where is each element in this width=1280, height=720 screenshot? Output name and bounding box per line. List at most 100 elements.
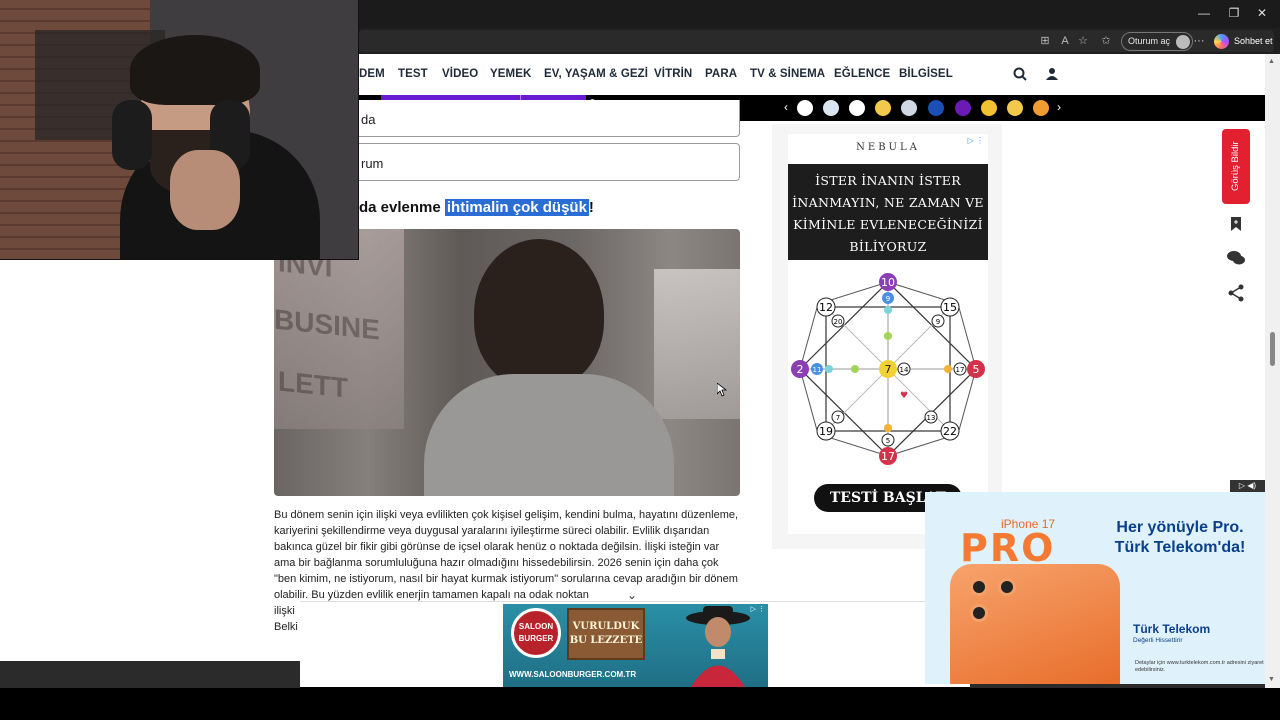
close-icon[interactable]: ✕	[1250, 6, 1274, 20]
partner-logo[interactable]	[823, 100, 839, 116]
body-line: ilişki	[274, 605, 295, 617]
chart-number: 5	[973, 363, 980, 376]
chevron-down-icon[interactable]: ⌄	[627, 588, 637, 602]
scroll-down-icon[interactable]: ▼	[1268, 676, 1275, 683]
chart-number: 7	[885, 363, 892, 376]
copilot-button[interactable]: Sohbet et	[1214, 32, 1273, 51]
favorites-icon[interactable]: ✩	[1098, 33, 1114, 49]
sign-text: BUSINE	[274, 303, 380, 346]
app-icon[interactable]: ⊞	[1037, 33, 1053, 49]
more-icon[interactable]: ···	[1191, 33, 1207, 49]
saloon-burger-ad[interactable]: ▷ ⋮ SALOON BURGER VURULDUK BU LEZZETE WW…	[503, 604, 768, 687]
chart-number: 20	[834, 318, 843, 326]
chart-number: 9	[886, 295, 890, 303]
share-icon[interactable]	[1226, 283, 1246, 303]
favorite-star-icon[interactable]: ☆	[1075, 33, 1091, 49]
bottom-banner-ad: ⌄ ▷ ⋮ SALOON BURGER VURULDUK BU LEZZETE …	[300, 588, 970, 687]
iphone-image	[950, 564, 1120, 684]
nav-item[interactable]: VİDEO	[442, 68, 478, 80]
camera-lens	[998, 578, 1016, 596]
saloon-logo: SALOON BURGER	[511, 608, 561, 658]
chart-number: 22	[943, 425, 957, 438]
result-heading: da evlenme ihtimalin çok düşük!	[359, 199, 594, 216]
partner-logo[interactable]	[797, 100, 813, 116]
feedback-label: Görüş Bildir	[1230, 141, 1241, 191]
partner-logo[interactable]	[955, 100, 971, 116]
turk-telekom-ad[interactable]: iPhone 17 PRO Her yönüyle Pro. Türk Tele…	[925, 492, 1265, 684]
nav-item[interactable]: EV, YAŞAM & GEZİ	[544, 68, 648, 80]
ad-headline-line: KİMİNLE EVLENECEĞİNİZİ	[793, 217, 983, 232]
result-image: INVI BUSINE LETT	[274, 229, 740, 496]
chart-number: 17	[956, 366, 965, 374]
user-icon[interactable]	[1045, 67, 1059, 81]
chart-number: 13	[927, 414, 936, 422]
nav-item[interactable]: TV & SİNEMA	[750, 68, 825, 80]
partner-logo[interactable]	[928, 100, 944, 116]
nav-item[interactable]: DEM	[359, 68, 385, 80]
partner-logo[interactable]	[1033, 100, 1049, 116]
search-icon[interactable]	[1013, 67, 1027, 81]
heading-end: !	[588, 199, 594, 216]
minimize-icon[interactable]: —	[1192, 6, 1216, 20]
scroll-up-icon[interactable]: ▲	[1268, 58, 1275, 65]
chart-number: 5	[886, 437, 890, 445]
heading-text: da evlenme	[359, 199, 445, 216]
next-arrow-icon[interactable]: ›	[1057, 100, 1061, 114]
bottom-strip	[0, 661, 300, 688]
page-scrollbar[interactable]: ▲ ▼	[1265, 54, 1280, 688]
chart-number: 2	[797, 363, 804, 376]
ad-headline: İSTER İNANIN İSTER İNANMAYIN, NE ZAMAN V…	[788, 164, 988, 260]
comments-icon[interactable]	[1226, 248, 1246, 268]
nebula-ad[interactable]: ▷ ⋮ NEBULA İSTER İNANIN İSTER İNANMAYIN,…	[788, 134, 988, 534]
partner-logo[interactable]	[981, 100, 997, 116]
quiz-option-label: rum	[361, 156, 384, 171]
partner-logo[interactable]	[849, 100, 865, 116]
nav-item[interactable]: BİLGİSEL	[899, 68, 953, 80]
partner-logo[interactable]	[901, 100, 917, 116]
numerology-chart: 10 9 2 11 5 7 17 12 15 19 22 20 9 14 13 …	[791, 273, 985, 465]
person-shirt	[424, 374, 674, 496]
signin-label: Oturum aç	[1128, 36, 1171, 46]
partner-logo[interactable]	[1007, 100, 1023, 116]
nav-item[interactable]: TEST	[398, 68, 428, 80]
nav-item[interactable]: PARA	[705, 68, 737, 80]
camera-lens	[970, 578, 988, 596]
feedback-button[interactable]: Görüş Bildir	[1222, 129, 1250, 204]
chart-number: 10	[881, 276, 895, 289]
partner-logo[interactable]	[875, 100, 891, 116]
headphone-left	[112, 100, 152, 170]
quiz-option[interactable]: rum	[350, 143, 740, 181]
restore-icon[interactable]: ❐	[1222, 6, 1246, 20]
chart-number: 14	[900, 366, 909, 374]
webcam-overlay	[0, 0, 359, 260]
chart-number: 15	[943, 301, 957, 314]
streamer-hand	[170, 150, 240, 230]
chart-number: 11	[813, 366, 822, 374]
camera-lens	[970, 604, 988, 622]
cowboy-figure	[686, 606, 750, 687]
read-aloud-icon[interactable]: A	[1057, 33, 1073, 49]
ad-headline-line: İSTER İNANIN İSTER	[815, 173, 961, 188]
ad-brand: NEBULA	[856, 142, 920, 153]
nav-item[interactable]: VİTRİN	[654, 68, 692, 80]
tt-headline: Her yönüyle Pro. Türk Telekom'da!	[1114, 519, 1246, 556]
streamer-hair	[130, 35, 260, 105]
saloon-url: WWW.SALOONBURGER.COM.TR	[509, 670, 637, 679]
nav-item[interactable]: EĞLENCE	[834, 68, 890, 80]
heading-highlight: ihtimalin çok düşük	[444, 199, 589, 216]
scrollbar-thumb[interactable]	[1270, 332, 1275, 366]
bookmark-icon[interactable]	[1226, 214, 1246, 234]
person-head	[474, 239, 604, 389]
nav-item[interactable]: YEMEK	[490, 68, 531, 80]
signin-button[interactable]: Oturum aç	[1121, 32, 1194, 51]
heart-icon: ♥	[900, 391, 908, 401]
copilot-icon	[1214, 34, 1229, 49]
copilot-label: Sohbet et	[1234, 36, 1273, 46]
video-ad-controls[interactable]: ▷ ◀)	[1230, 480, 1265, 492]
body-line: Belki	[274, 621, 298, 633]
ad-headline-line: İNANMAYIN, NE ZAMAN VE	[792, 195, 984, 210]
prev-arrow-icon[interactable]: ‹	[784, 100, 788, 114]
chart-number: 9	[936, 318, 940, 326]
quiz-option[interactable]: da	[350, 100, 740, 137]
sign-text: LETT	[278, 365, 348, 404]
